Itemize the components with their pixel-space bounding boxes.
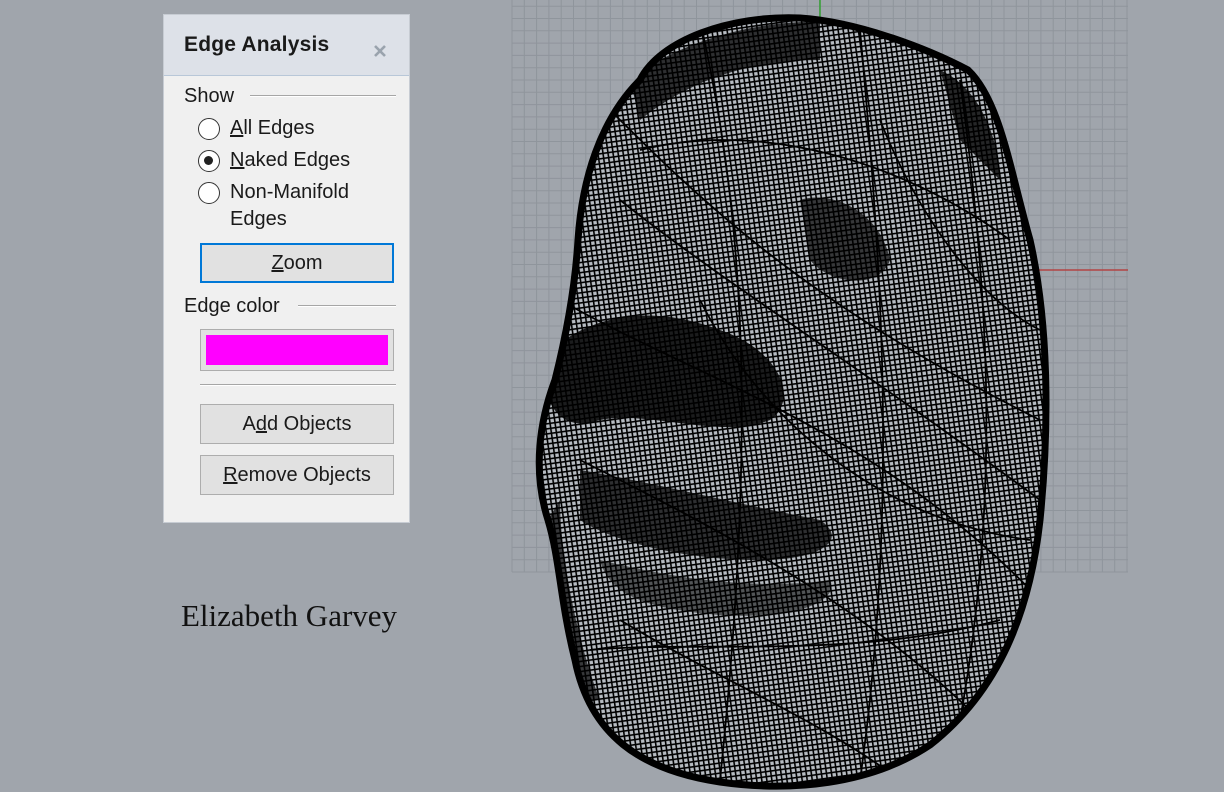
section-divider [200,384,396,386]
add-objects-button[interactable]: Add Objects [200,404,394,444]
edge-analysis-dialog: Edge Analysis Show All Edges Naked Edges… [163,14,410,523]
dialog-titlebar[interactable]: Edge Analysis [164,15,409,76]
show-group-divider [250,95,396,97]
edge-color-group-divider [298,305,396,307]
edge-color-group-label: Edge color [184,295,280,317]
zoom-button[interactable]: Zoom [200,243,394,283]
radio-non-manifold-label: Non-Manifold Edges [230,181,349,230]
screen: Edge Analysis Show All Edges Naked Edges… [0,0,1224,792]
radio-naked-edges-label: Naked Edges [230,149,351,171]
author-signature: Elizabeth Garvey [181,598,398,633]
edge-color-button[interactable] [200,329,394,371]
radio-selected-dot [204,156,213,165]
close-icon[interactable] [368,39,392,63]
radio-button-icon[interactable] [198,118,220,140]
remove-objects-button[interactable]: Remove Objects [200,455,394,495]
dialog-title: Edge Analysis [184,33,330,56]
edge-color-swatch [206,335,388,365]
show-group-label: Show [184,85,235,107]
radio-all-edges-label: All Edges [230,117,315,139]
radio-button-icon[interactable] [198,182,220,204]
radio-button-icon[interactable] [198,150,220,172]
